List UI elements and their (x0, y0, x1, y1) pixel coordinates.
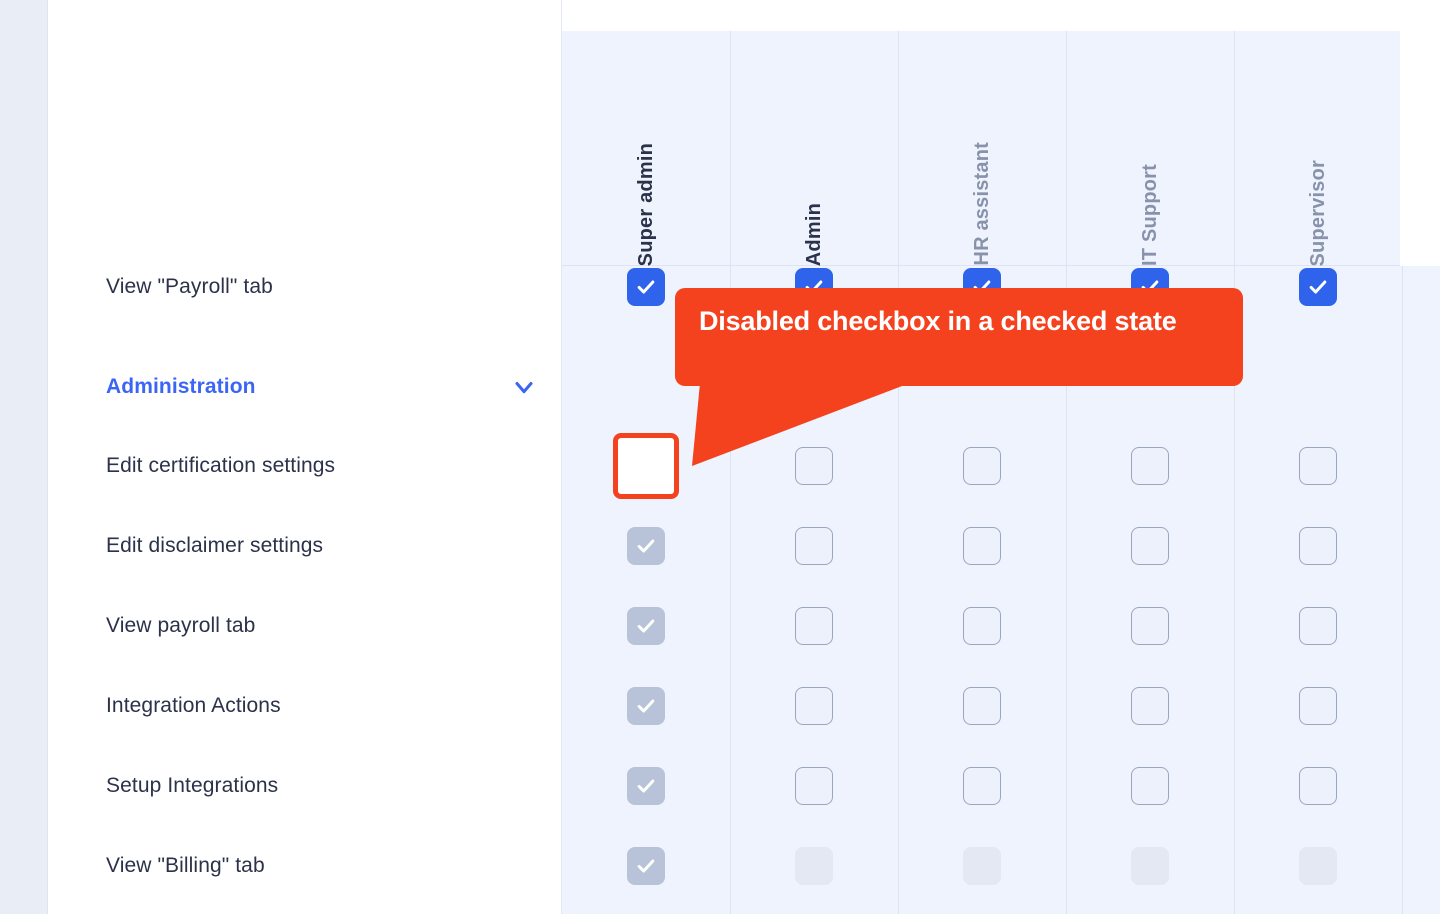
permission-checkbox-cell[interactable] (1291, 679, 1345, 733)
checkbox-unchecked[interactable] (1131, 687, 1169, 725)
permission-checkbox-cell (619, 519, 673, 573)
checkbox-unchecked[interactable] (1131, 527, 1169, 565)
permission-checkbox-cell[interactable] (619, 260, 673, 314)
checkbox-disabled-off (795, 847, 833, 885)
checkbox-unchecked[interactable] (963, 607, 1001, 645)
column-header-supervisor: Supervisor (1234, 31, 1402, 266)
checkbox-unchecked[interactable] (1299, 607, 1337, 645)
permission-checkbox-cell[interactable] (955, 759, 1009, 813)
checkbox-unchecked[interactable] (795, 607, 833, 645)
permission-checkbox-cell (619, 679, 673, 733)
callout-tooltip: Disabled checkbox in a checked state (675, 288, 1243, 386)
permission-checkbox-cell (619, 839, 673, 893)
checkbox-checked-on[interactable] (627, 268, 665, 306)
permission-label-text: View "Payroll" tab (106, 275, 273, 298)
permission-checkbox-cell[interactable] (787, 679, 841, 733)
permission-row-label: Edit disclaimer settings (48, 506, 562, 586)
grid-divider (1402, 266, 1403, 914)
permission-checkbox-cell[interactable] (787, 519, 841, 573)
column-header-it-support: IT Support (1066, 31, 1234, 266)
permission-checkbox-cell (787, 839, 841, 893)
checkbox-unchecked[interactable] (1131, 447, 1169, 485)
permission-checkbox-cell[interactable] (787, 599, 841, 653)
permissions-matrix-screen: View "Payroll" tab Administration Edit cer… (0, 0, 1440, 914)
permission-checkbox-cell[interactable] (955, 599, 1009, 653)
checkbox-unchecked[interactable] (963, 527, 1001, 565)
permission-label-text: Integration Actions (106, 694, 281, 717)
column-header-admin: Admin (730, 31, 898, 266)
column-header-label: Super admin (634, 142, 657, 266)
permission-group-administration[interactable]: Administration (48, 347, 562, 427)
checkbox-disabled-off (1299, 847, 1337, 885)
checkbox-unchecked[interactable] (795, 447, 833, 485)
permission-checkbox-cell (1291, 839, 1345, 893)
permission-checkbox-cell[interactable] (787, 759, 841, 813)
permission-checkbox-cell (619, 759, 673, 813)
permission-row-label: Setup Integrations (48, 746, 562, 826)
permission-checkbox-cell[interactable] (1291, 759, 1345, 813)
column-header-label: HR assistant (970, 142, 993, 266)
chevron-down-icon[interactable] (510, 373, 538, 401)
permission-label-text: Edit disclaimer settings (106, 534, 324, 557)
roles-matrix: Super admin Admin HR assistant IT Support Su… (562, 0, 1440, 914)
permission-label-text: View payroll tab (106, 614, 256, 637)
checkbox-checked-on[interactable] (1299, 268, 1337, 306)
permission-checkbox-cell[interactable] (1291, 260, 1345, 314)
permission-checkbox-cell[interactable] (1291, 519, 1345, 573)
left-nav-rail (0, 0, 48, 914)
permission-checkbox-cell[interactable] (1123, 679, 1177, 733)
permission-label-text: Edit certification settings (106, 454, 336, 477)
highlight-ring (613, 433, 679, 499)
checkbox-unchecked[interactable] (795, 767, 833, 805)
permission-checkbox-cell[interactable] (1123, 599, 1177, 653)
checkbox-unchecked[interactable] (1299, 527, 1337, 565)
permission-label-text: View "Billing" tab (106, 854, 265, 877)
permission-checkbox-cell (1123, 839, 1177, 893)
permission-row-label: Integration Actions (48, 666, 562, 746)
permission-checkbox-cell (955, 839, 1009, 893)
checkbox-unchecked[interactable] (795, 527, 833, 565)
checkbox-unchecked[interactable] (1131, 607, 1169, 645)
checkbox-unchecked[interactable] (795, 687, 833, 725)
checkbox-unchecked[interactable] (1299, 687, 1337, 725)
checkbox-disabled-on (627, 687, 665, 725)
checkbox-unchecked[interactable] (1299, 767, 1337, 805)
permission-checkbox-cell[interactable] (1291, 439, 1345, 493)
permission-label-text: Setup Integrations (106, 774, 279, 797)
permission-checkbox-cell[interactable] (955, 679, 1009, 733)
permission-checkbox-cell[interactable] (1291, 599, 1345, 653)
callout-text: Disabled checkbox in a checked state (699, 306, 1177, 336)
permission-row-label: View "Payroll" tab (48, 247, 562, 327)
checkbox-disabled-on (627, 767, 665, 805)
checkbox-disabled-on (627, 847, 665, 885)
column-header-label: Supervisor (1306, 159, 1329, 266)
permission-checkbox-cell[interactable] (955, 519, 1009, 573)
checkbox-disabled-on (627, 607, 665, 645)
column-header-label: Admin (802, 202, 825, 266)
checkbox-disabled-off (1131, 847, 1169, 885)
column-header-label: IT Support (1138, 164, 1161, 266)
permission-checkbox-cell (619, 599, 673, 653)
checkbox-unchecked[interactable] (963, 447, 1001, 485)
permission-checkbox-cell[interactable] (955, 439, 1009, 493)
checkbox-unchecked[interactable] (963, 687, 1001, 725)
checkbox-unchecked[interactable] (1131, 767, 1169, 805)
checkbox-disabled-off (963, 847, 1001, 885)
column-header-hr-assistant: HR assistant (898, 31, 1066, 266)
column-header-super-admin: Super admin (562, 31, 730, 266)
permission-group-label: Administration (106, 375, 256, 398)
checkbox-unchecked[interactable] (1299, 447, 1337, 485)
permission-label-column: View "Payroll" tab Administration Edit cer… (48, 0, 562, 914)
checkbox-disabled-on (627, 527, 665, 565)
permission-row-label: Edit certification settings (48, 426, 562, 506)
permission-row-label: View "Billing" tab (48, 826, 562, 906)
permission-checkbox-cell[interactable] (1123, 519, 1177, 573)
checkbox-unchecked[interactable] (963, 767, 1001, 805)
permission-checkbox-cell[interactable] (1123, 439, 1177, 493)
permission-checkbox-cell[interactable] (787, 439, 841, 493)
permission-checkbox-cell[interactable] (1123, 759, 1177, 813)
permission-row-label: View payroll tab (48, 586, 562, 666)
